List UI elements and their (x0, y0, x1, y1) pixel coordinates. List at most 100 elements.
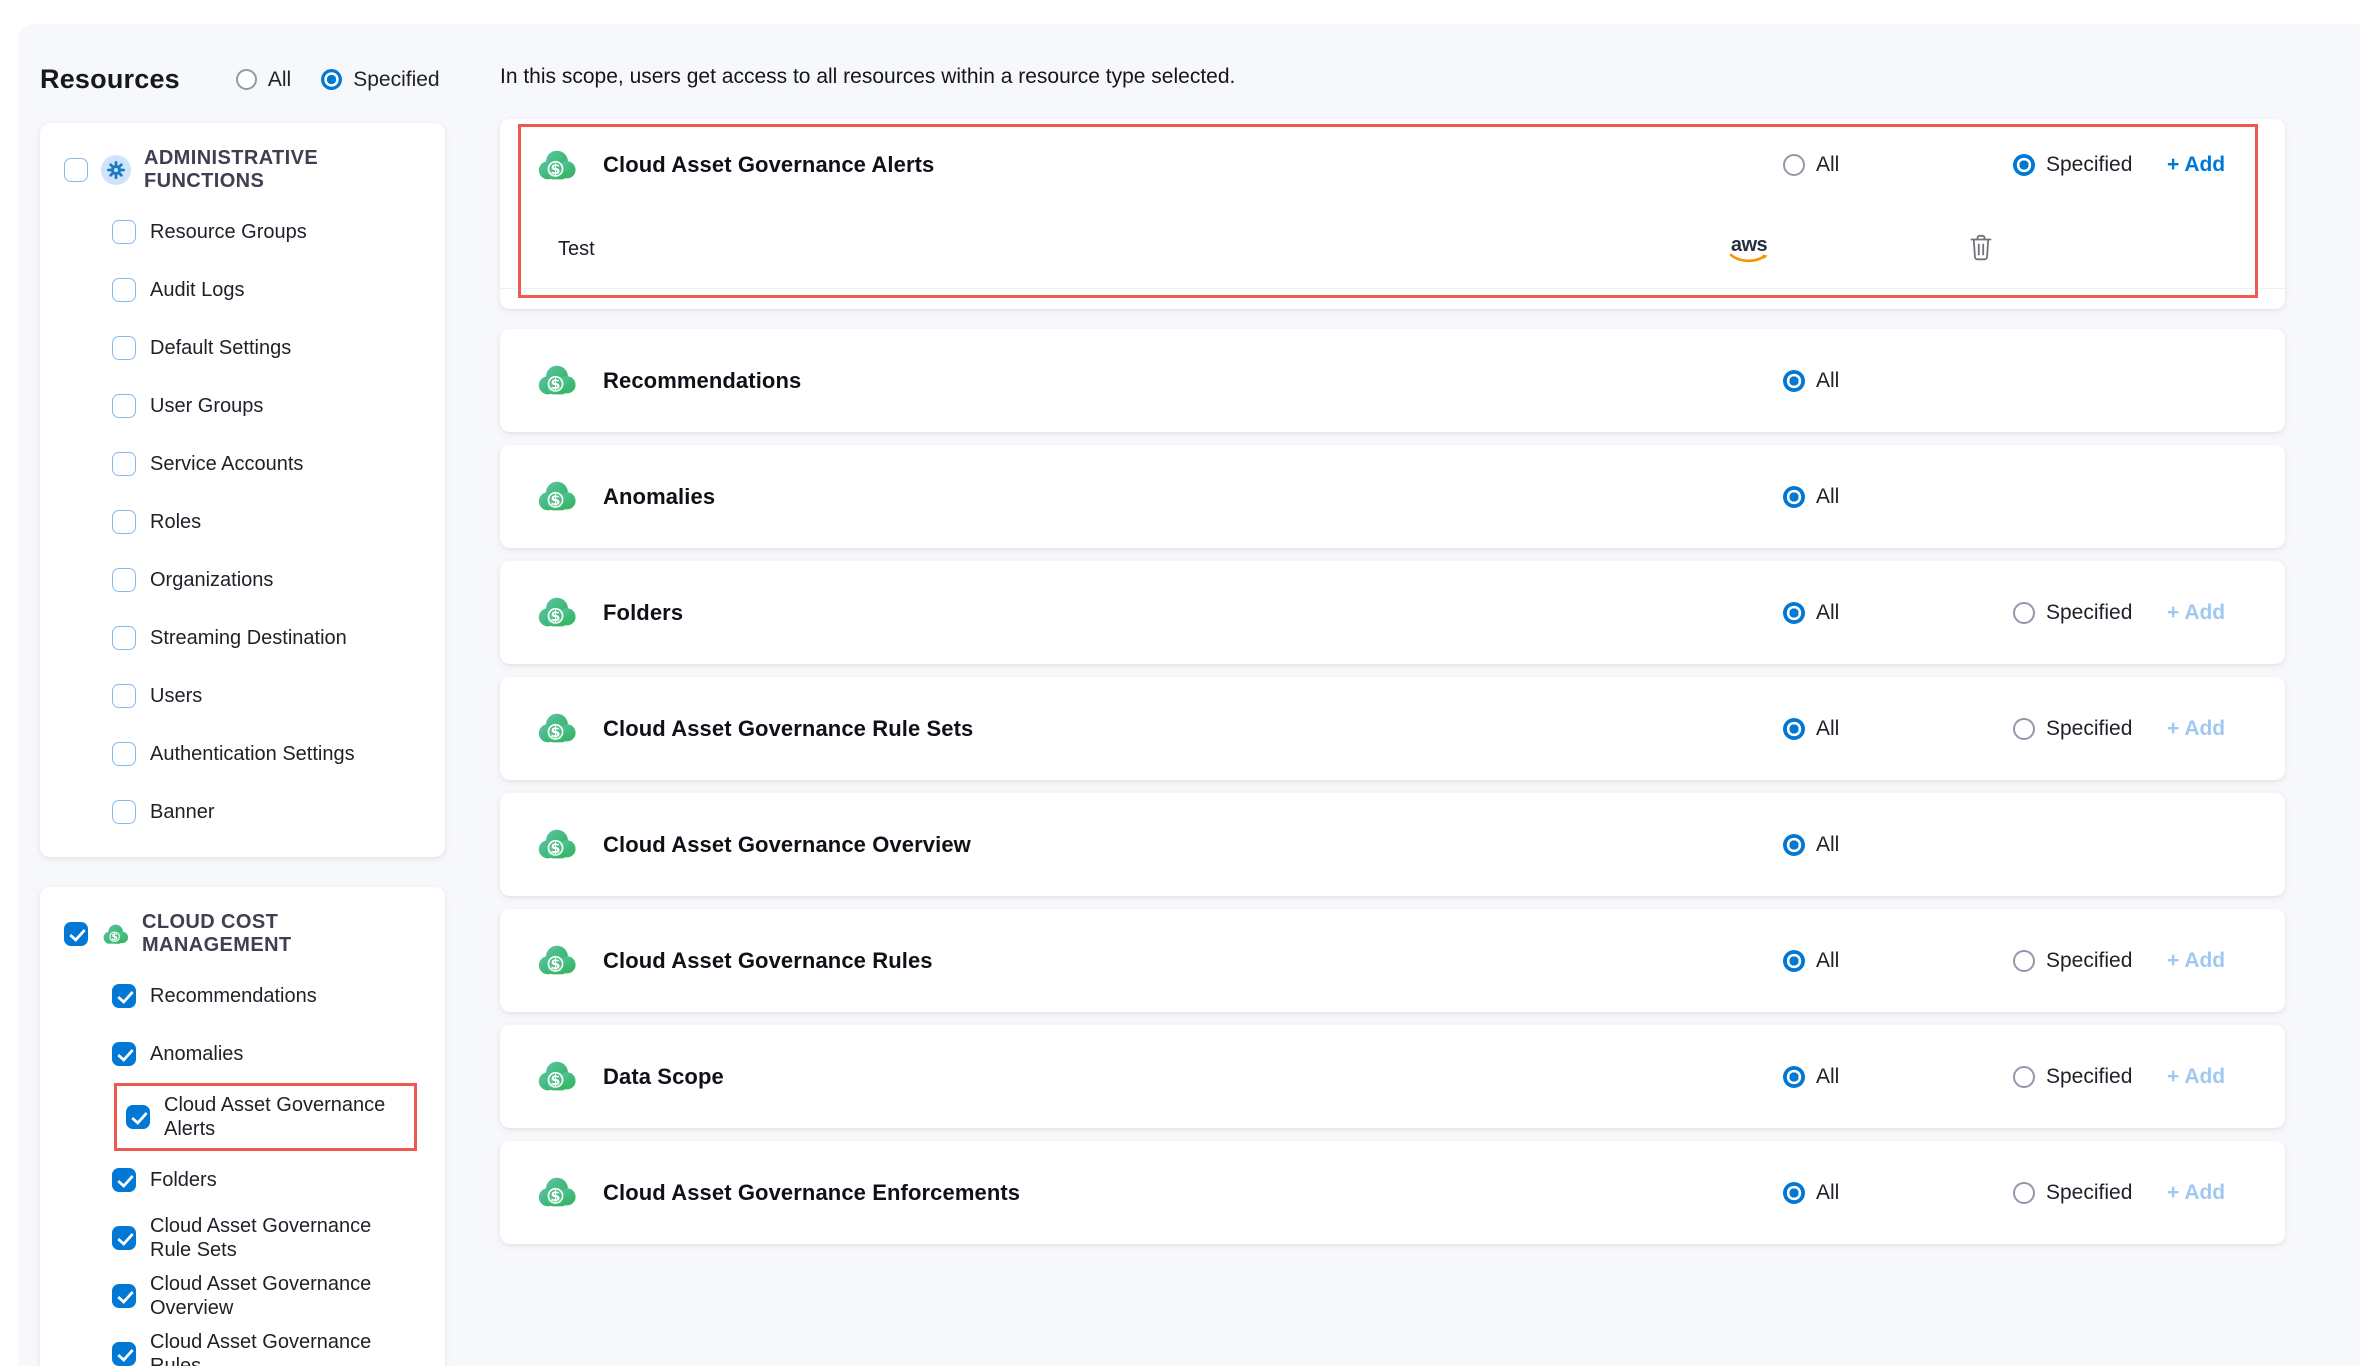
radio-icon (1783, 834, 1805, 856)
sidebar-item-cloud-asset-governance-alerts[interactable]: Cloud Asset Governance Alerts (114, 1083, 421, 1151)
resource-card-cloud-asset-governance-rule-sets: $ Cloud Asset Governance Rule Sets All S… (500, 677, 2285, 780)
radio-specified[interactable]: Specified (2013, 717, 2167, 741)
radio-all[interactable]: All (1783, 1065, 2013, 1089)
sidebar-item-banner[interactable]: Banner (112, 783, 421, 841)
radio-icon (1783, 370, 1805, 392)
group-label: CLOUD COST MANAGEMENT (142, 911, 421, 957)
resource-card-anomalies: $ Anomalies All (500, 445, 2285, 548)
radio-all[interactable]: All (1783, 153, 2013, 177)
delete-resource-button[interactable] (1968, 232, 1994, 262)
resource-card-data-scope: $ Data Scope All Specified + Add (500, 1025, 2285, 1128)
radio-specified[interactable]: Specified (2013, 1181, 2167, 1205)
item-checkbox[interactable] (112, 684, 136, 708)
group-label: ADMINISTRATIVE FUNCTIONS (144, 147, 421, 193)
svg-text:$: $ (551, 957, 561, 973)
cloud-dollar-icon: $ (535, 711, 577, 746)
radio-all[interactable]: All (1783, 485, 2013, 509)
scope-radio-specified[interactable]: Specified (321, 68, 439, 92)
sidebar-item-cloud-asset-governance-rules[interactable]: Cloud Asset Governance Rules (112, 1325, 421, 1366)
sidebar-item-audit-logs[interactable]: Audit Logs (112, 261, 421, 319)
resource-card-folders: $ Folders All Specified + Add (500, 561, 2285, 664)
item-checkbox[interactable] (112, 394, 136, 418)
add-button[interactable]: + Add (2167, 1181, 2239, 1205)
sidebar-item-cloud-asset-governance-overview[interactable]: Cloud Asset Governance Overview (112, 1267, 421, 1325)
add-button[interactable]: + Add (2167, 1065, 2239, 1089)
sidebar-item-anomalies[interactable]: Anomalies (112, 1025, 421, 1083)
add-button[interactable]: + Add (2167, 949, 2239, 973)
radio-icon (1783, 1182, 1805, 1204)
sidebar-item-streaming-destination[interactable]: Streaming Destination (112, 609, 421, 667)
radio-icon (2013, 950, 2035, 972)
item-checkbox[interactable] (112, 742, 136, 766)
add-button[interactable]: + Add (2167, 717, 2239, 741)
sidebar-item-roles[interactable]: Roles (112, 493, 421, 551)
sidebar-item-folders[interactable]: Folders (112, 1151, 421, 1209)
item-checkbox[interactable] (112, 1284, 136, 1308)
item-checkbox[interactable] (112, 1226, 136, 1250)
gear-icon (101, 155, 131, 185)
scope-description: In this scope, users get access to all r… (500, 64, 2285, 90)
resources-scope-panel: Resources All Specified (18, 24, 2360, 1366)
radio-icon (321, 69, 342, 90)
item-checkbox[interactable] (112, 452, 136, 476)
resource-card-cloud-asset-governance-enforcements: $ Cloud Asset Governance Enforcements Al… (500, 1141, 2285, 1244)
sidebar-item-user-groups[interactable]: User Groups (112, 377, 421, 435)
item-checkbox[interactable] (112, 1168, 136, 1192)
sidebar-item-organizations[interactable]: Organizations (112, 551, 421, 609)
radio-all[interactable]: All (1783, 833, 2013, 857)
sidebar-item-cloud-asset-governance-rule-sets[interactable]: Cloud Asset Governance Rule Sets (112, 1209, 421, 1267)
radio-specified[interactable]: Specified (2013, 601, 2167, 625)
sidebar-item-authentication-settings[interactable]: Authentication Settings (112, 725, 421, 783)
item-checkbox[interactable] (112, 984, 136, 1008)
scope-radio-all[interactable]: All (236, 68, 291, 92)
page-title: Resources (40, 64, 180, 95)
item-checkbox[interactable] (112, 626, 136, 650)
item-checkbox[interactable] (112, 800, 136, 824)
radio-specified[interactable]: Specified (2013, 949, 2167, 973)
item-checkbox[interactable] (112, 336, 136, 360)
item-checkbox[interactable] (112, 510, 136, 534)
radio-icon (1783, 718, 1805, 740)
radio-icon (1783, 1066, 1805, 1088)
resource-card-cloud-asset-governance-overview: $ Cloud Asset Governance Overview All (500, 793, 2285, 896)
svg-text:$: $ (551, 161, 561, 177)
add-button[interactable]: + Add (2167, 153, 2239, 177)
trash-icon (1968, 232, 1994, 262)
radio-all[interactable]: All (1783, 1181, 2013, 1205)
radio-icon (2013, 1066, 2035, 1088)
item-checkbox[interactable] (112, 220, 136, 244)
radio-all[interactable]: All (1783, 949, 2013, 973)
svg-text:$: $ (551, 377, 561, 393)
resource-title: Cloud Asset Governance Overview (603, 832, 971, 858)
radio-all[interactable]: All (1783, 717, 2013, 741)
group-checkbox-administrative-functions[interactable] (64, 158, 88, 182)
cloud-dollar-icon: $ (535, 148, 577, 183)
add-button[interactable]: + Add (2167, 601, 2239, 625)
item-checkbox[interactable] (112, 568, 136, 592)
resource-title: Cloud Asset Governance Alerts (603, 152, 934, 178)
radio-icon (1783, 486, 1805, 508)
sidebar-item-resource-groups[interactable]: Resource Groups (112, 203, 421, 261)
cloud-dollar-icon: $ (535, 1175, 577, 1210)
radio-icon (1783, 602, 1805, 624)
item-checkbox[interactable] (112, 1042, 136, 1066)
cloud-dollar-icon: $ (535, 479, 577, 514)
group-checkbox-cloud-cost-management[interactable] (64, 922, 88, 946)
resource-name: Test (535, 238, 1783, 261)
aws-logo-icon: aws (1727, 235, 1771, 264)
radio-icon (2013, 718, 2035, 740)
sidebar-item-service-accounts[interactable]: Service Accounts (112, 435, 421, 493)
sidebar-item-users[interactable]: Users (112, 667, 421, 725)
radio-specified[interactable]: Specified (2013, 1065, 2167, 1089)
radio-specified[interactable]: Specified (2013, 153, 2167, 177)
group-card-administrative-functions: ADMINISTRATIVE FUNCTIONS Resource Groups… (40, 123, 445, 857)
radio-all[interactable]: All (1783, 369, 2013, 393)
radio-all[interactable]: All (1783, 601, 2013, 625)
item-checkbox[interactable] (112, 1342, 136, 1366)
svg-text:$: $ (551, 725, 561, 741)
item-checkbox[interactable] (112, 278, 136, 302)
sidebar-item-default-settings[interactable]: Default Settings (112, 319, 421, 377)
radio-icon (2013, 154, 2035, 176)
sidebar-item-recommendations[interactable]: Recommendations (112, 967, 421, 1025)
item-checkbox[interactable] (126, 1105, 150, 1129)
